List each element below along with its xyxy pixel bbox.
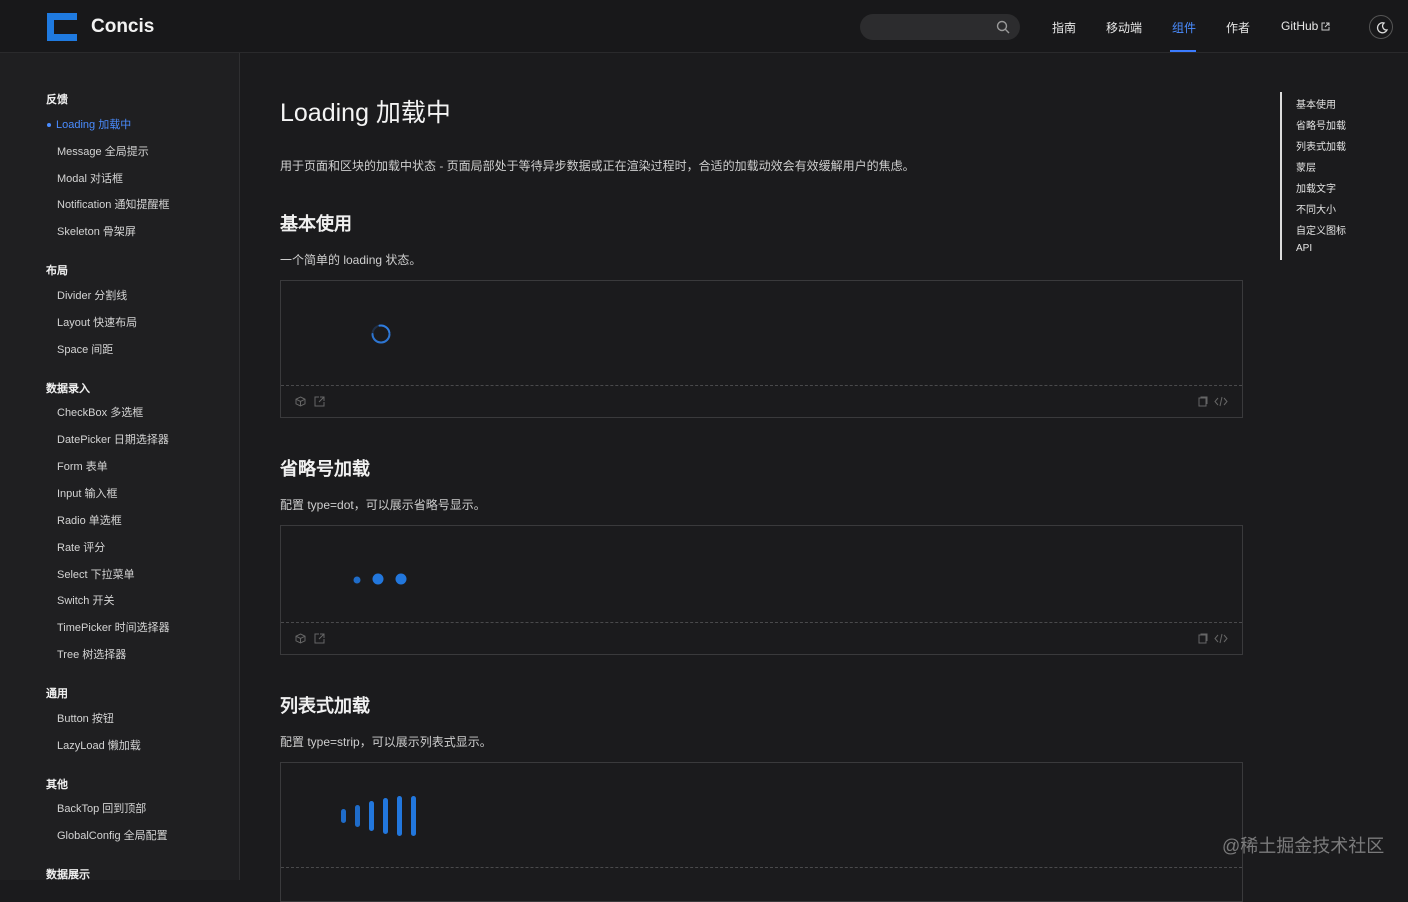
open-external-icon[interactable] [314,396,325,407]
sidebar-group-title: 反馈 [46,94,68,106]
concis-logo-icon[interactable] [45,11,79,43]
code-icon[interactable] [1214,396,1228,407]
section-desc-basic: 一个简单的 loading 状态。 [280,253,422,267]
sidebar-item-notification[interactable]: Notification 通知提醒框 [57,196,169,212]
nav-guide[interactable]: 指南 [1052,19,1076,36]
codesandbox-icon[interactable] [295,633,306,644]
sidebar-item-divider[interactable]: Divider 分割线 [57,287,127,303]
demo-dot [280,525,1243,655]
section-heading-basic: 基本使用 [280,214,352,234]
brand-name[interactable]: Concis [91,16,154,38]
sidebar-item-timepicker[interactable]: TimePicker 时间选择器 [57,619,170,635]
sidebar-group-title: 布局 [46,265,68,277]
codesandbox-icon[interactable] [295,396,306,407]
sidebar-item-backtop[interactable]: BackTop 回到顶部 [57,800,146,816]
theme-toggle-button[interactable] [1369,15,1393,39]
sidebar-group-title: 通用 [46,688,68,700]
demo-toolbar [281,623,1242,654]
section-heading-dot: 省略号加载 [280,459,370,479]
sidebar-item-loading[interactable]: Loading 加载中 [47,116,131,132]
sidebar-item-button[interactable]: Button 按钮 [57,710,114,726]
sidebar-item-select[interactable]: Select 下拉菜单 [57,566,135,582]
top-header: Concis 指南 移动端 组件 作者 GitHub [0,0,1408,53]
sidebar-group-title: 其他 [46,779,68,791]
sidebar-item-space[interactable]: Space 间距 [57,341,113,357]
sidebar-item-radio[interactable]: Radio 单选框 [57,512,122,528]
sidebar-item-datepicker[interactable]: DatePicker 日期选择器 [57,431,169,447]
demo-preview [281,763,1242,868]
toc-item-basic[interactable]: 基本使用 [1296,96,1336,111]
search-input[interactable] [860,14,1020,40]
sidebar-item-switch[interactable]: Switch 开关 [57,592,114,608]
section-heading-strip: 列表式加载 [280,696,370,716]
sidebar-item-lazyload[interactable]: LazyLoad 懒加载 [57,737,141,753]
nav-active-indicator [1170,50,1196,52]
strip-loading-icon [341,796,416,836]
nav-mobile[interactable]: 移动端 [1106,19,1142,36]
nav-author[interactable]: 作者 [1226,19,1250,36]
toc-rail [1280,92,1282,260]
toc-item-strip[interactable]: 列表式加载 [1296,138,1346,153]
sidebar-item-modal[interactable]: Modal 对话框 [57,170,123,186]
code-icon[interactable] [1214,633,1228,644]
sidebar-item-checkbox[interactable]: CheckBox 多选框 [57,404,143,420]
moon-icon [1376,22,1389,34]
sidebar-item-globalconfig[interactable]: GlobalConfig 全局配置 [57,827,168,843]
toc-item-size[interactable]: 不同大小 [1296,201,1336,216]
sidebar-item-form[interactable]: Form 表单 [57,458,108,474]
search-icon [996,20,1010,34]
sidebar-item-message[interactable]: Message 全局提示 [57,143,149,159]
demo-toolbar [281,386,1242,417]
page-intro: 用于页面和区块的加载中状态 - 页面局部处于等待异步数据或正在渲染过程时，合适的… [280,159,915,173]
sidebar-group-title: 数据录入 [46,383,90,395]
toc-item-custom-icon[interactable]: 自定义图标 [1296,222,1346,237]
nav-github[interactable]: GitHub [1281,19,1330,33]
dot-loading-icon [353,573,407,585]
copy-icon[interactable] [1197,633,1208,644]
open-external-icon[interactable] [314,633,325,644]
demo-preview [281,281,1242,386]
sidebar-item-tree[interactable]: Tree 树选择器 [57,646,126,662]
section-desc-strip: 配置 type=strip，可以展示列表式显示。 [280,735,492,749]
sidebar-item-skeleton[interactable]: Skeleton 骨架屏 [57,223,136,239]
toc-item-dot[interactable]: 省略号加载 [1296,117,1346,132]
demo-strip [280,762,1243,902]
active-dot [47,123,51,128]
sidebar-item-layout[interactable]: Layout 快速布局 [57,314,137,330]
sidebar-item-rate[interactable]: Rate 评分 [57,539,105,555]
watermark: @稀土掘金技术社区 [1222,836,1385,856]
demo-basic [280,280,1243,418]
toc-item-api[interactable]: API [1296,243,1312,254]
spinner-loading-icon [371,324,391,344]
sidebar-item-label: Loading 加载中 [56,119,132,131]
demo-preview [281,526,1242,623]
section-desc-dot: 配置 type=dot，可以展示省略号显示。 [280,498,486,512]
nav-components[interactable]: 组件 [1172,19,1196,36]
nav-github-label: GitHub [1281,19,1319,33]
toc-item-text[interactable]: 加载文字 [1296,180,1336,195]
toc-item-mask[interactable]: 蒙层 [1296,159,1316,174]
copy-icon[interactable] [1197,396,1208,407]
external-link-icon [1321,22,1330,31]
page-title: Loading 加载中 [280,99,451,127]
sidebar-item-input[interactable]: Input 输入框 [57,485,118,501]
